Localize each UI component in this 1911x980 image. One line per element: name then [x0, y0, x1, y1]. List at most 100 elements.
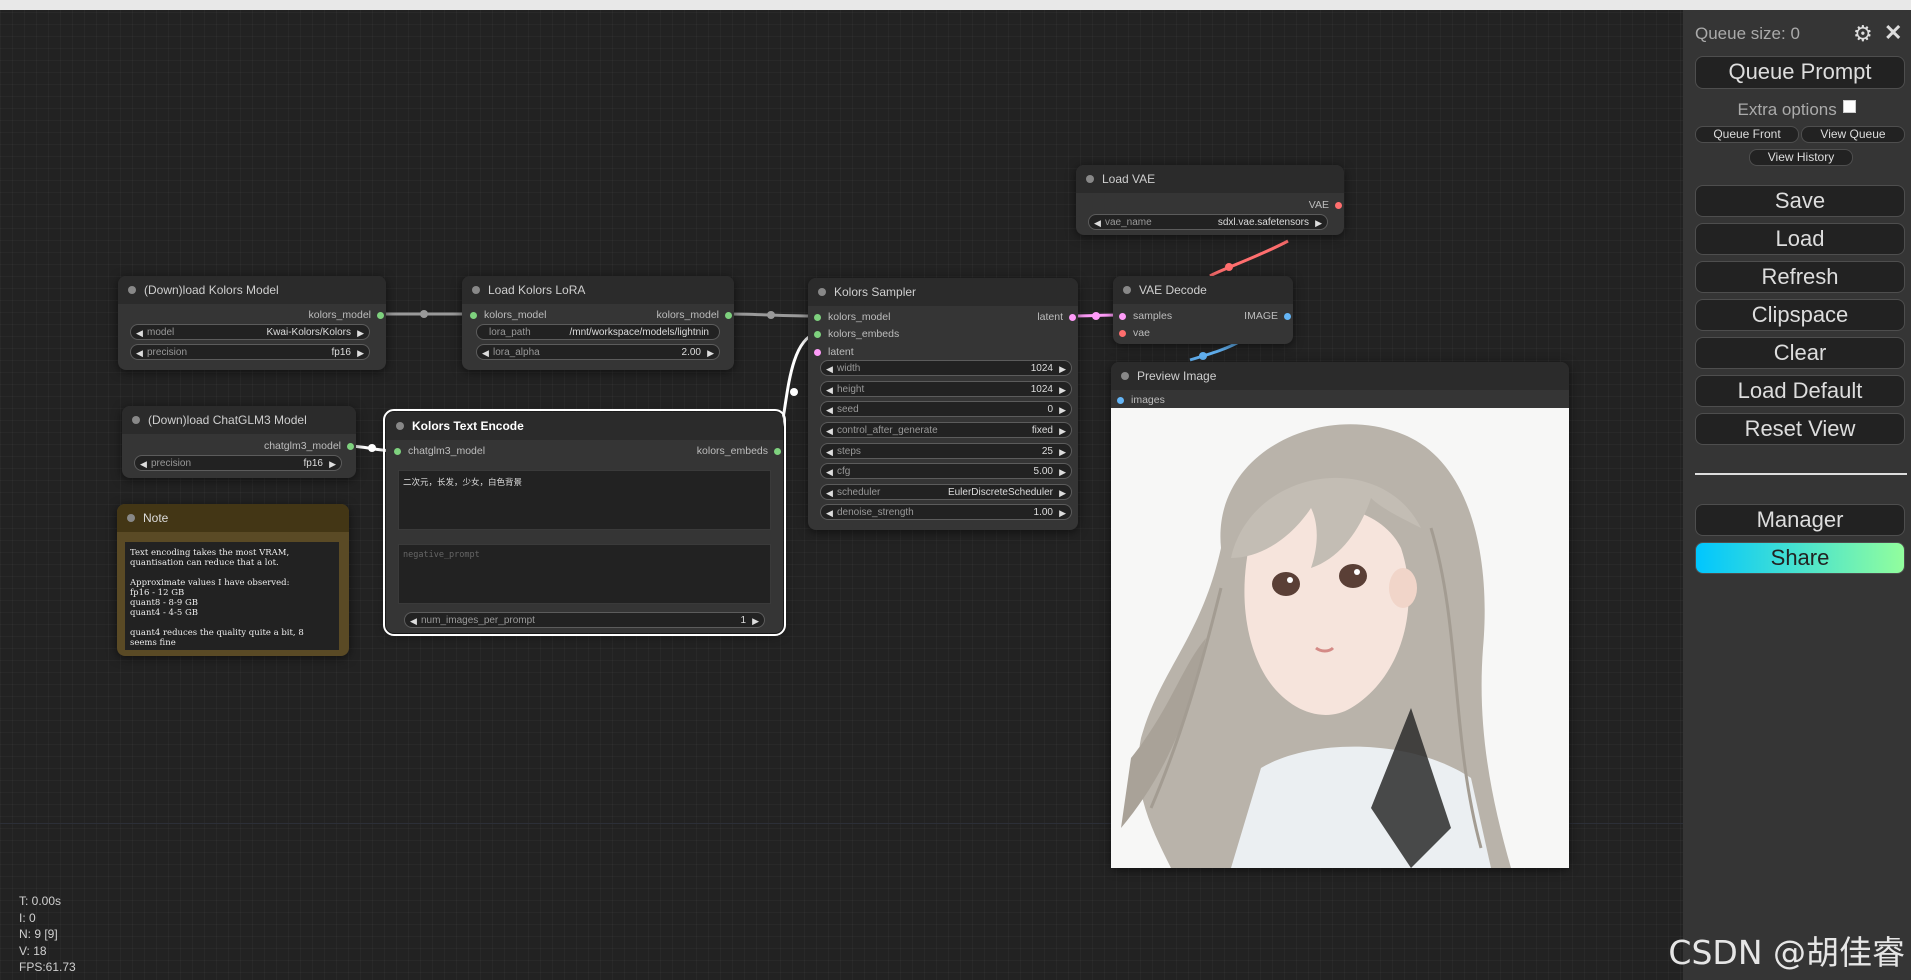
save-button[interactable]: Save: [1695, 185, 1905, 217]
input-slot-images[interactable]: images: [1117, 394, 1165, 406]
graph-canvas[interactable]: (Down)load Kolors Model kolors_model ◀ m…: [0, 0, 1683, 980]
clear-button[interactable]: Clear: [1695, 337, 1905, 369]
menu-divider: [1695, 473, 1907, 475]
height-widget[interactable]: ◀ height 1024 ▶: [820, 381, 1072, 397]
lora-alpha-widget[interactable]: ◀ lora_alpha 2.00 ▶: [476, 344, 720, 360]
browser-top-strip: [0, 0, 1911, 10]
link-chatglm-to-encode-midpoint: [368, 444, 376, 452]
node-title-text: Load Kolors LoRA: [488, 283, 586, 297]
node-vae-decode[interactable]: VAE Decode samples vae IMAGE: [1113, 276, 1293, 344]
width-widget[interactable]: ◀ width 1024 ▶: [820, 360, 1072, 376]
input-slot-chatglm3-model[interactable]: chatglm3_model: [394, 445, 485, 457]
node-title[interactable]: Note: [117, 504, 349, 532]
num-images-widget[interactable]: ◀ num_images_per_prompt 1 ▶: [404, 612, 765, 628]
node-title-text: (Down)load Kolors Model: [144, 283, 279, 297]
collapse-dot[interactable]: [1121, 372, 1129, 380]
lora-path-widget[interactable]: lora_path /mnt/workspace/models/lightnin: [476, 324, 720, 340]
precision-widget[interactable]: ◀ precision fp16 ▶: [130, 344, 370, 360]
clipspace-button[interactable]: Clipspace: [1695, 299, 1905, 331]
denoise-strength-widget[interactable]: ◀ denoise_strength 1.00 ▶: [820, 504, 1072, 520]
extra-options-checkbox[interactable]: [1843, 100, 1857, 113]
link-lora-to-sampler-midpoint: [767, 311, 775, 319]
queue-front-button[interactable]: Queue Front: [1695, 126, 1799, 143]
input-slot-samples[interactable]: samples: [1119, 310, 1172, 322]
node-title[interactable]: Preview Image: [1111, 362, 1569, 390]
preview-image-output[interactable]: [1111, 408, 1569, 868]
model-widget[interactable]: ◀ model Kwai-Kolors/Kolors ▶: [130, 324, 370, 340]
output-slot-image[interactable]: IMAGE: [1244, 310, 1291, 322]
node-title[interactable]: (Down)load Kolors Model: [118, 276, 386, 304]
collapse-dot[interactable]: [1086, 175, 1094, 183]
reset-view-button[interactable]: Reset View: [1695, 413, 1905, 445]
queue-prompt-button[interactable]: Queue Prompt: [1695, 56, 1905, 89]
prompt-textarea[interactable]: 二次元，长发，少女，白色背景: [398, 470, 771, 530]
link-vae-to-decode-midpoint: [1225, 263, 1233, 271]
collapse-dot[interactable]: [818, 288, 826, 296]
node-title-text: (Down)load ChatGLM3 Model: [148, 413, 307, 427]
close-menu-icon[interactable]: ✕: [1884, 20, 1902, 46]
input-slot-latent[interactable]: latent: [814, 346, 854, 358]
node-title[interactable]: Kolors Text Encode: [386, 412, 783, 440]
input-slot-vae[interactable]: vae: [1119, 327, 1150, 339]
link-decode-to-preview-midpoint: [1199, 352, 1207, 360]
node-load-vae[interactable]: Load VAE VAE ◀ vae_name sdxl.vae.safeten…: [1076, 165, 1344, 235]
view-history-button[interactable]: View History: [1749, 149, 1853, 166]
node-title[interactable]: Load Kolors LoRA: [462, 276, 734, 304]
collapse-dot[interactable]: [132, 416, 140, 424]
output-slot-kolors-embeds[interactable]: kolors_embeds: [697, 445, 781, 457]
node-title[interactable]: (Down)load ChatGLM3 Model: [122, 406, 356, 434]
output-slot-chatglm3-model[interactable]: chatglm3_model: [264, 440, 354, 452]
node-note[interactable]: Note Text encoding takes the most VRAM, …: [117, 504, 349, 656]
node-title-text: Kolors Text Encode: [412, 419, 524, 433]
node-title-text: VAE Decode: [1139, 283, 1207, 297]
input-slot-kolors-embeds[interactable]: kolors_embeds: [814, 328, 899, 340]
output-slot-latent[interactable]: latent: [1037, 311, 1076, 323]
collapse-dot[interactable]: [127, 514, 135, 522]
node-title[interactable]: Load VAE: [1076, 165, 1344, 193]
node-title[interactable]: Kolors Sampler: [808, 278, 1078, 306]
manager-button[interactable]: Manager: [1695, 504, 1905, 536]
node-download-chatglm3-model[interactable]: (Down)load ChatGLM3 Model chatglm3_model…: [122, 406, 356, 478]
collapse-dot[interactable]: [128, 286, 136, 294]
cfg-widget[interactable]: ◀ cfg 5.00 ▶: [820, 463, 1072, 479]
node-title-text: Preview Image: [1137, 369, 1217, 383]
negative-prompt-textarea[interactable]: negative_prompt: [398, 544, 771, 604]
node-title-text: Load VAE: [1102, 172, 1156, 186]
settings-gear-icon[interactable]: ⚙: [1853, 21, 1873, 47]
control-after-generate-widget[interactable]: ◀ control_after_generate fixed ▶: [820, 422, 1072, 438]
node-kolors-sampler[interactable]: Kolors Sampler kolors_model kolors_embed…: [808, 278, 1078, 530]
scheduler-widget[interactable]: ◀ scheduler EulerDiscreteScheduler ▶: [820, 484, 1072, 500]
node-download-kolors-model[interactable]: (Down)load Kolors Model kolors_model ◀ m…: [118, 276, 386, 370]
input-slot-kolors-model[interactable]: kolors_model: [814, 311, 890, 323]
steps-widget[interactable]: ◀ steps 25 ▶: [820, 443, 1072, 459]
node-load-kolors-lora[interactable]: Load Kolors LoRA kolors_model kolors_mod…: [462, 276, 734, 370]
collapse-dot[interactable]: [472, 286, 480, 294]
precision-widget[interactable]: ◀ precision fp16 ▶: [134, 455, 342, 471]
link-encode-to-sampler-midpoint: [790, 388, 798, 396]
output-slot-kolors-model[interactable]: kolors_model: [309, 309, 384, 321]
vae-name-widget[interactable]: ◀ vae_name sdxl.vae.safetensors ▶: [1088, 214, 1328, 230]
view-queue-button[interactable]: View Queue: [1801, 126, 1905, 143]
link-vae-to-decode: [1209, 239, 1289, 278]
link-sampler-to-decode-midpoint: [1092, 312, 1100, 320]
node-title[interactable]: VAE Decode: [1113, 276, 1293, 304]
link-kolors-to-lora-midpoint: [420, 310, 428, 318]
seed-widget[interactable]: ◀ seed 0 ▶: [820, 401, 1072, 417]
node-kolors-text-encode[interactable]: Kolors Text Encode chatglm3_model kolors…: [383, 409, 786, 636]
note-textarea[interactable]: Text encoding takes the most VRAM, quant…: [125, 542, 339, 650]
share-button[interactable]: Share: [1695, 542, 1905, 574]
node-preview-image[interactable]: Preview Image images: [1111, 362, 1569, 868]
collapse-dot[interactable]: [1123, 286, 1131, 294]
load-default-button[interactable]: Load Default: [1695, 375, 1905, 407]
node-title-text: Note: [143, 511, 169, 525]
collapse-dot[interactable]: [396, 422, 404, 430]
comfy-menu-panel: Queue size: 0 ⚙ ✕ Queue Prompt Extra opt…: [1683, 10, 1911, 980]
output-slot-kolors-model[interactable]: kolors_model: [657, 309, 732, 321]
queue-size-label: Queue size: 0: [1695, 24, 1800, 43]
load-button[interactable]: Load: [1695, 223, 1905, 255]
output-slot-vae[interactable]: VAE: [1309, 199, 1342, 211]
extra-options-label: Extra options: [1683, 100, 1911, 120]
input-slot-kolors-model[interactable]: kolors_model: [470, 309, 546, 321]
node-title-text: Kolors Sampler: [834, 285, 917, 299]
refresh-button[interactable]: Refresh: [1695, 261, 1905, 293]
